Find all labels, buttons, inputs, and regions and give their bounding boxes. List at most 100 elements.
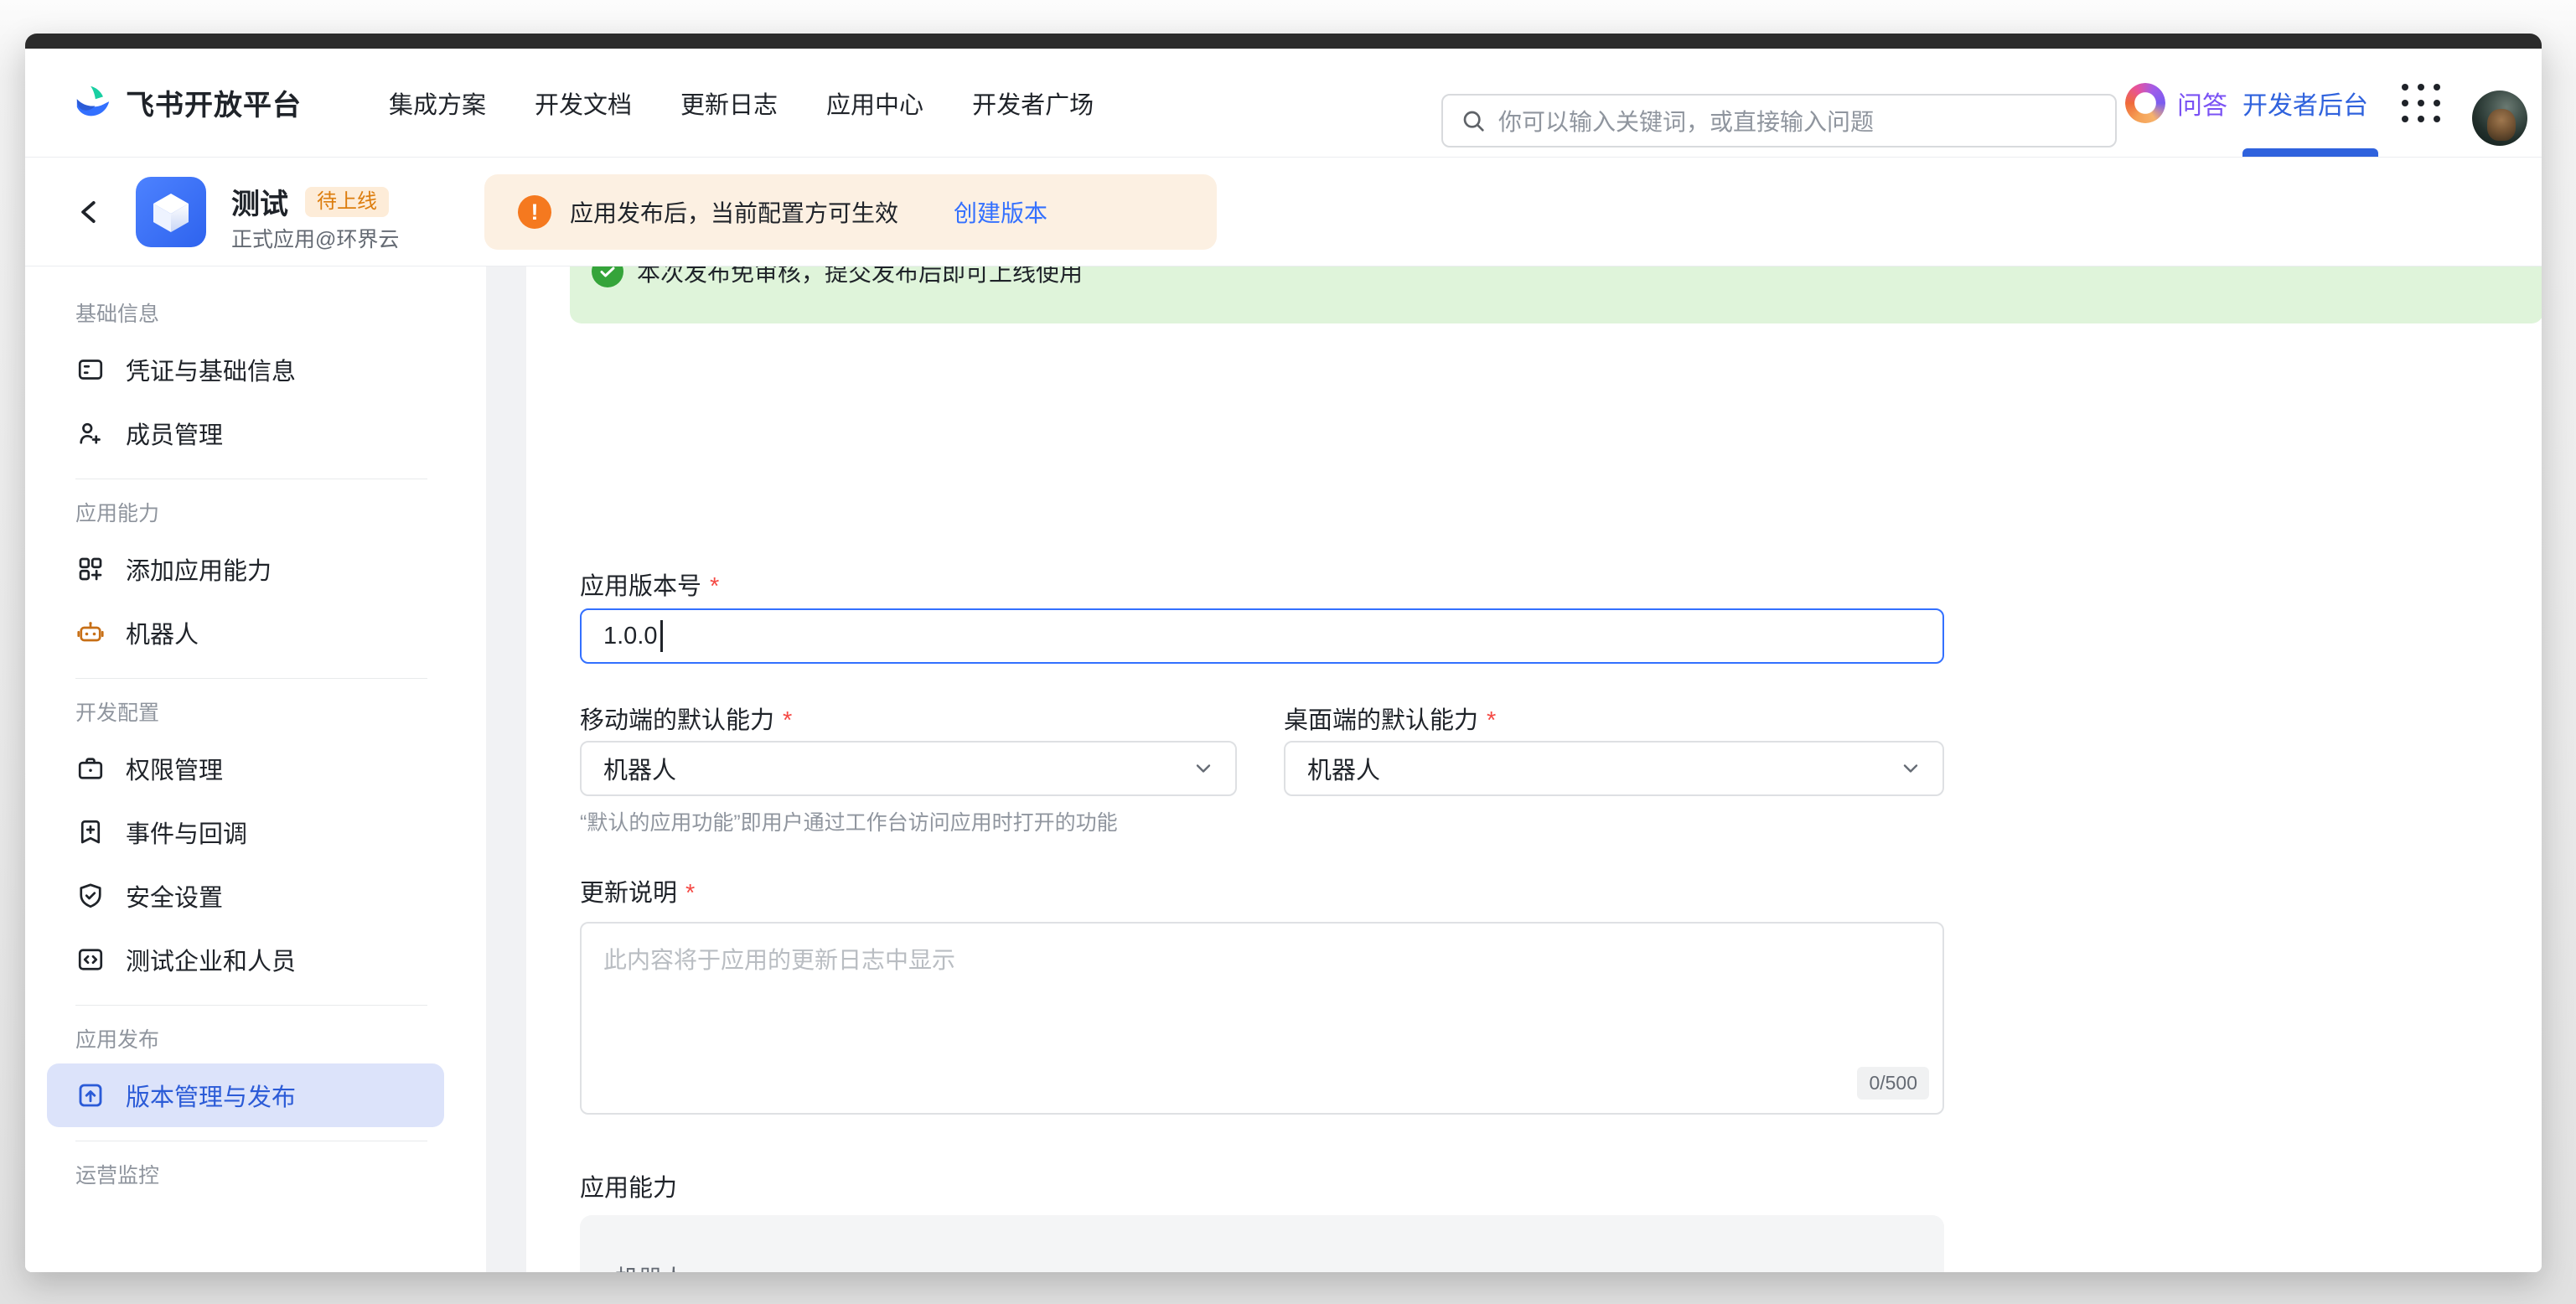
version-value: 1.0.0 [603, 623, 658, 650]
sidebar-item-label: 测试企业和人员 [126, 942, 296, 977]
sidebar-section-capabilities: 应用能力 [75, 499, 444, 529]
app-header: 测试 待上线 正式应用@环界云 ! 应用发布后，当前配置方可生效 创建版本 [25, 158, 2542, 266]
id-card-icon [75, 354, 106, 385]
app-name: 测试 [231, 181, 288, 222]
required-mark: * [685, 880, 695, 907]
qa-label: 问答 [2177, 85, 2227, 122]
sidebar-section-basic: 基础信息 [75, 300, 444, 329]
sidebar-item-add-capability[interactable]: 添加应用能力 [47, 537, 444, 601]
sidebar-section-release: 应用发布 [75, 1026, 444, 1055]
chevron-down-icon [1899, 757, 1922, 780]
sidebar-item-events[interactable]: 事件与回调 [47, 800, 444, 864]
sidebar-item-label: 成员管理 [126, 416, 223, 451]
sidebar-item-label: 版本管理与发布 [126, 1078, 296, 1113]
window-titlebar [25, 34, 2542, 49]
required-mark: * [1487, 707, 1496, 734]
capability-heading: 应用能力 [580, 1168, 677, 1203]
nav-item-changelog[interactable]: 更新日志 [680, 85, 778, 121]
capability-card: 机器人 已启用 [580, 1215, 1944, 1272]
desktop-capability-select[interactable]: 机器人 [1284, 741, 1944, 796]
sidebar-item-label: 权限管理 [126, 751, 223, 786]
mobile-capability-select[interactable]: 机器人 [580, 741, 1237, 796]
sidebar-item-label: 事件与回调 [126, 815, 247, 850]
search-icon [1460, 107, 1487, 134]
search-input[interactable]: 你可以输入关键词，或直接输入问题 [1441, 94, 2117, 147]
sidebar-item-permissions[interactable]: 权限管理 [47, 737, 444, 800]
sidebar-item-security[interactable]: 安全设置 [47, 864, 444, 928]
mobile-capability-label: 移动端的默认能力* [580, 701, 792, 736]
sidebar-section-monitoring: 运营监控 [75, 1162, 444, 1191]
active-tab-underline [2242, 148, 2378, 157]
browser-window: 飞书开放平台 集成方案 开发文档 更新日志 应用中心 开发者广场 你可以输入关键… [25, 34, 2542, 1272]
required-mark: * [710, 573, 719, 600]
sidebar-item-label: 凭证与基础信息 [126, 352, 296, 387]
capability-name: 机器人 [615, 1260, 685, 1272]
briefcase-icon [75, 753, 106, 784]
app-title-row: 测试 待上线 [231, 181, 389, 222]
nav-item-integrations[interactable]: 集成方案 [389, 85, 486, 121]
code-icon [75, 944, 106, 975]
sidebar-item-members[interactable]: 成员管理 [47, 401, 444, 465]
sidebar-section-dev-config: 开发配置 [75, 699, 444, 728]
feishu-logo-icon [74, 84, 112, 122]
desktop-capability-label: 桌面端的默认能力* [1284, 701, 1496, 736]
sidebar-item-bot[interactable]: 机器人 [47, 601, 444, 665]
select-value: 机器人 [1307, 751, 1380, 786]
default-capability-hint: “默认的应用功能”即用户通过工作台访问应用时打开的功能 [580, 806, 1118, 836]
event-callback-icon [75, 817, 106, 847]
sidebar-item-label: 机器人 [126, 615, 199, 650]
robot-icon [75, 618, 106, 648]
sidebar-item-version-release[interactable]: 版本管理与发布 [47, 1063, 444, 1127]
notes-placeholder: 此内容将于应用的更新日志中显示 [603, 947, 955, 973]
back-icon[interactable] [74, 196, 106, 228]
version-label: 应用版本号* [580, 567, 719, 602]
required-mark: * [783, 707, 792, 734]
member-add-icon [75, 418, 106, 448]
char-counter: 0/500 [1857, 1067, 1929, 1100]
qa-ring-icon [2125, 83, 2165, 123]
notes-label: 更新说明* [580, 873, 695, 908]
user-avatar[interactable] [2472, 91, 2527, 146]
main-content: 本次发布免审核，提交发布后即可上线使用 应用版本号* 1.0.0 移动端的默认能… [526, 266, 2542, 1272]
warning-icon: ! [518, 195, 551, 229]
sidebar-item-test-org[interactable]: 测试企业和人员 [47, 928, 444, 991]
text-caret [660, 620, 663, 652]
check-icon [592, 266, 623, 287]
status-badge: 待上线 [305, 187, 389, 217]
success-banner-text: 本次发布免审核，提交发布后即可上线使用 [637, 266, 1083, 288]
body-area: 基础信息 凭证与基础信息 成员管理 应用能力 [25, 266, 2542, 1272]
success-banner-row: 本次发布免审核，提交发布后即可上线使用 [592, 266, 1083, 295]
select-value: 机器人 [603, 751, 676, 786]
sidebar-item-label: 添加应用能力 [126, 551, 272, 587]
nav-item-dev-plaza[interactable]: 开发者广场 [972, 85, 1094, 121]
chevron-down-icon [1192, 757, 1215, 780]
version-input[interactable]: 1.0.0 [580, 608, 1944, 664]
success-banner: 本次发布免审核，提交发布后即可上线使用 [570, 266, 2542, 323]
nav-item-docs[interactable]: 开发文档 [535, 85, 632, 121]
sidebar-item-credentials[interactable]: 凭证与基础信息 [47, 338, 444, 401]
sidebar-divider [75, 678, 427, 679]
grid-plus-icon [75, 554, 106, 584]
search-placeholder: 你可以输入关键词，或直接输入问题 [1498, 104, 1874, 137]
notice-text: 应用发布后，当前配置方可生效 [570, 195, 898, 229]
developer-console-tab[interactable]: 开发者后台 [2242, 49, 2368, 157]
notes-textarea[interactable]: 此内容将于应用的更新日志中显示 0/500 [580, 922, 1944, 1115]
sidebar: 基础信息 凭证与基础信息 成员管理 应用能力 [25, 266, 486, 1272]
apps-grid-icon[interactable] [2402, 84, 2440, 122]
sidebar-gutter [486, 266, 526, 1272]
desktop-background: 飞书开放平台 集成方案 开发文档 更新日志 应用中心 开发者广场 你可以输入关键… [0, 0, 2576, 1304]
qa-link[interactable]: 问答 [2125, 49, 2227, 157]
brand[interactable]: 飞书开放平台 [74, 49, 302, 157]
app-icon [136, 177, 206, 247]
sidebar-item-label: 安全设置 [126, 878, 223, 913]
publish-notice: ! 应用发布后，当前配置方可生效 创建版本 [484, 174, 1217, 250]
publish-icon [75, 1080, 106, 1110]
app-subtitle: 正式应用@环界云 [231, 223, 399, 253]
top-nav: 飞书开放平台 集成方案 开发文档 更新日志 应用中心 开发者广场 你可以输入关键… [25, 49, 2542, 158]
nav-menu: 集成方案 开发文档 更新日志 应用中心 开发者广场 [389, 49, 1094, 157]
brand-name: 飞书开放平台 [126, 82, 302, 123]
sidebar-divider [75, 1005, 427, 1006]
shield-check-icon [75, 881, 106, 911]
nav-item-app-center[interactable]: 应用中心 [826, 85, 923, 121]
create-version-link[interactable]: 创建版本 [954, 195, 1047, 229]
